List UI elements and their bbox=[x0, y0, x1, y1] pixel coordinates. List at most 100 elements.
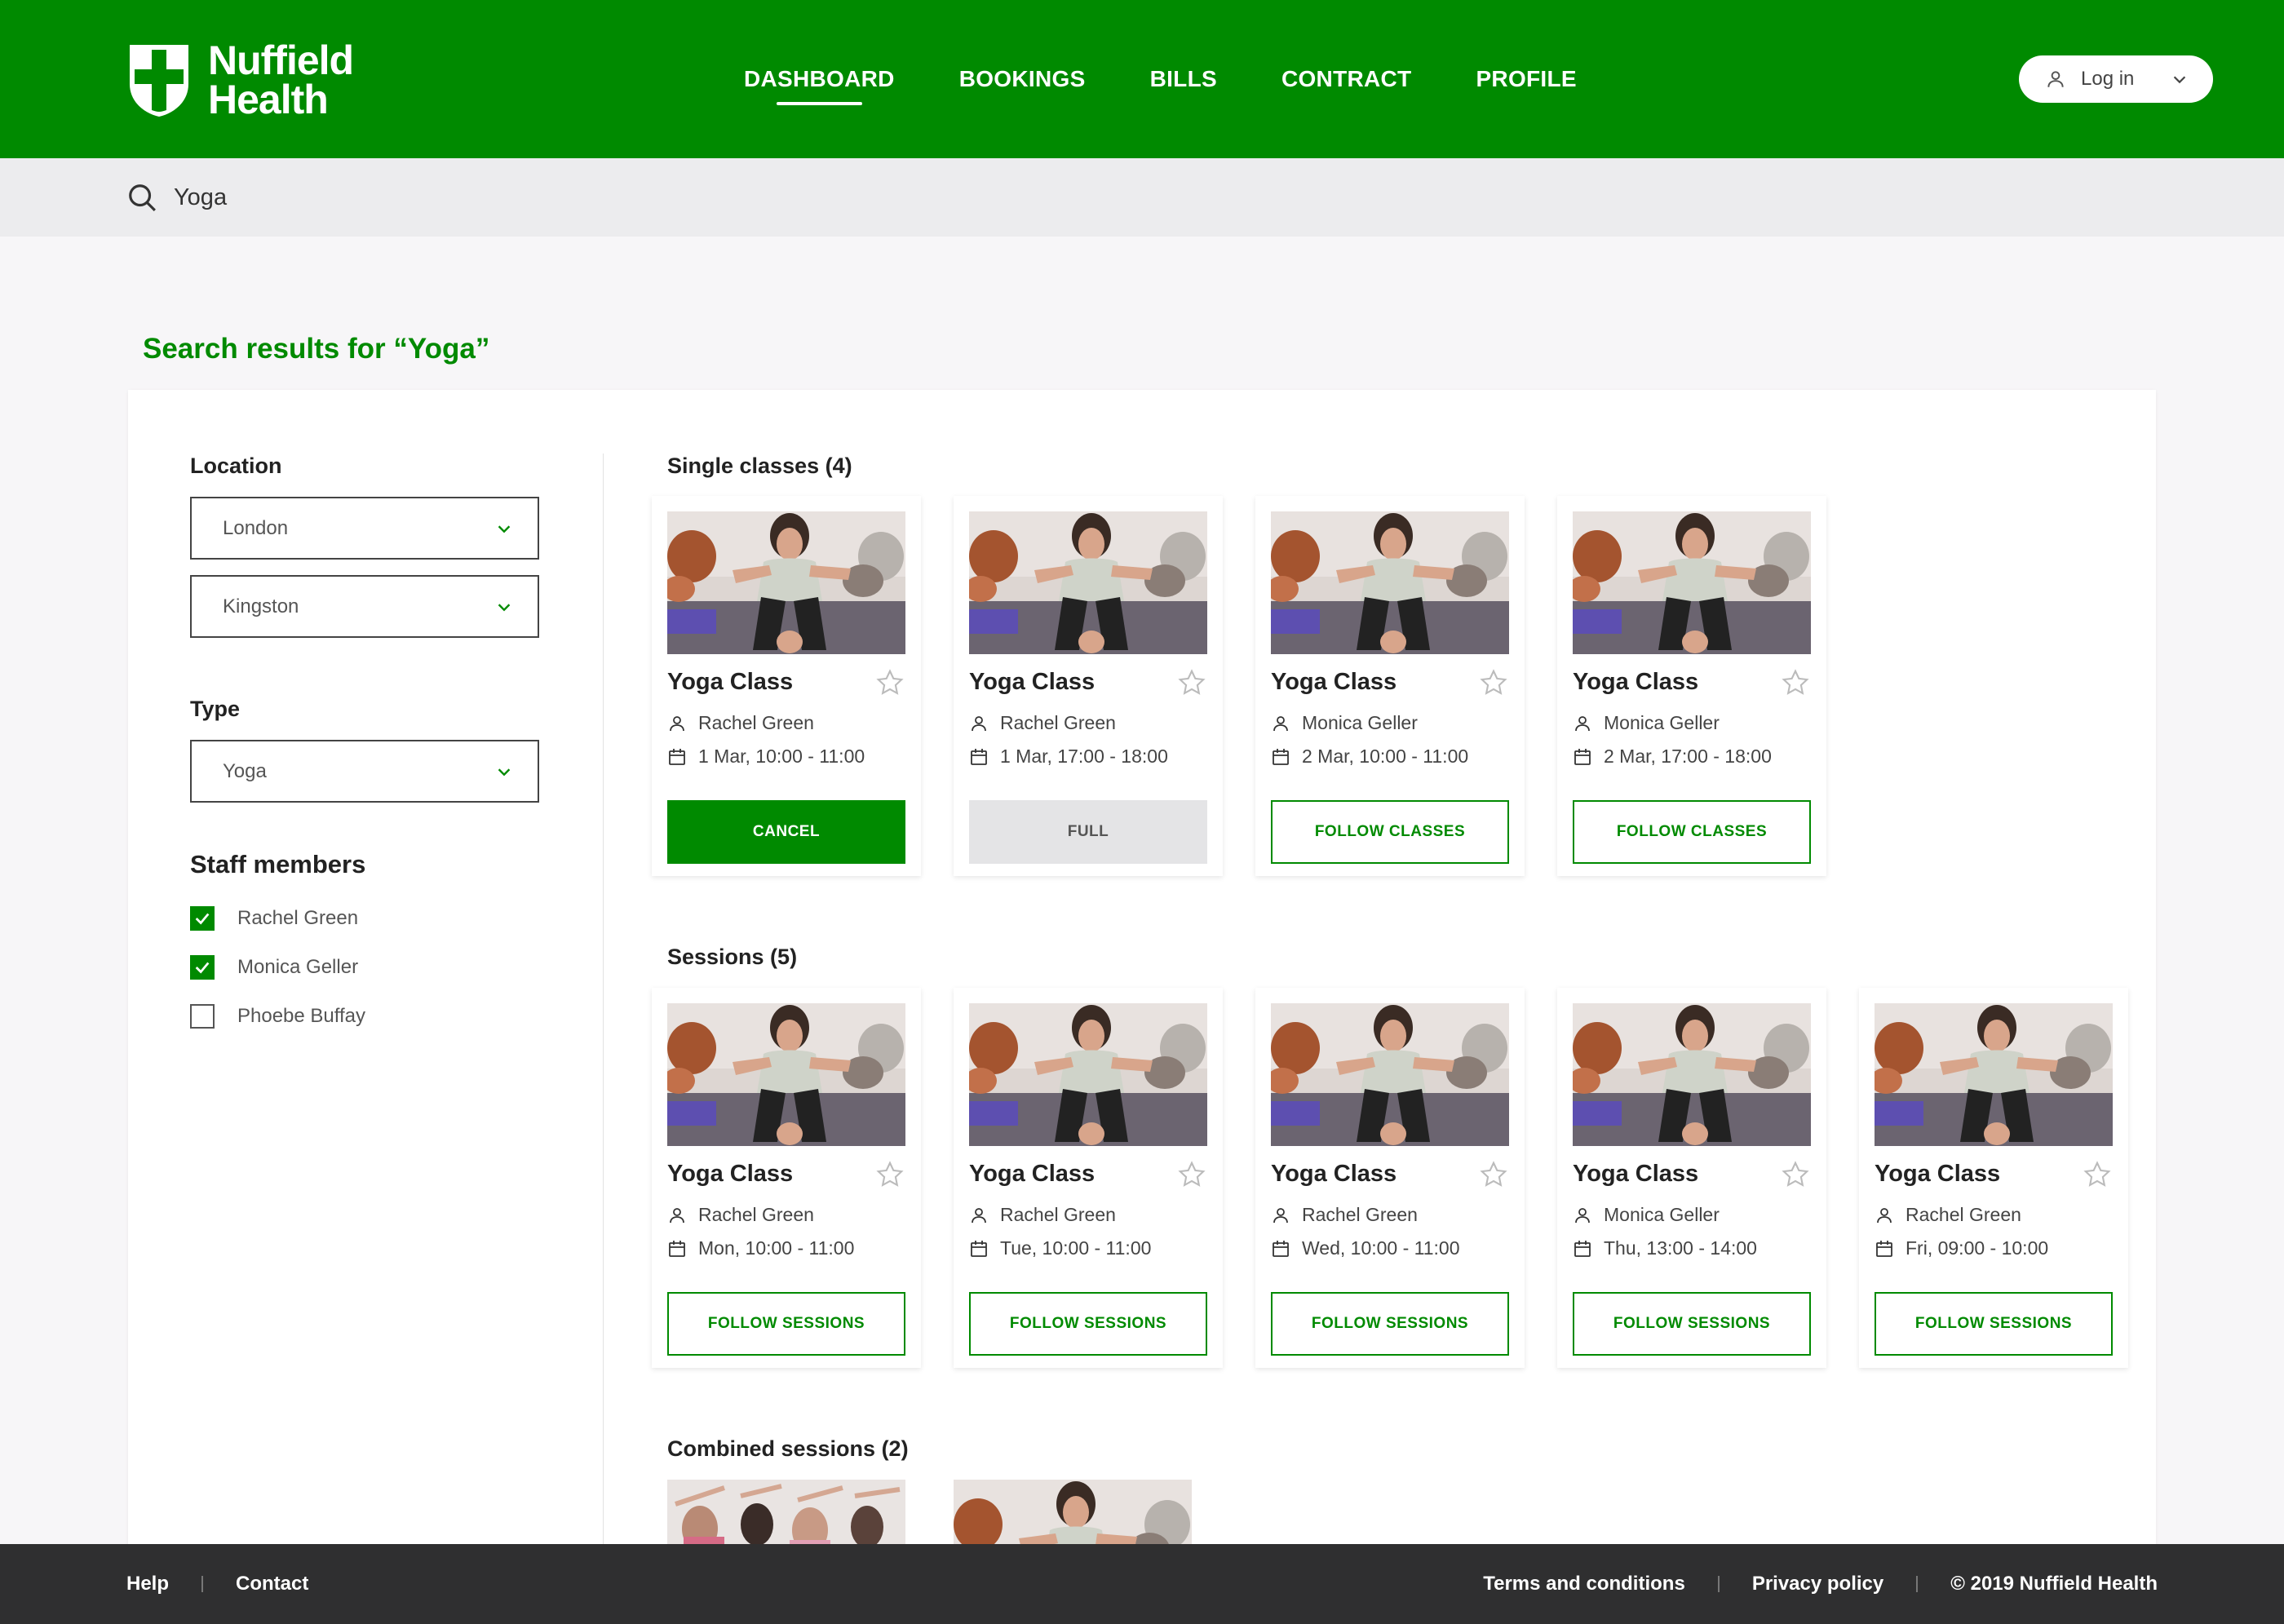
class-action-button[interactable]: FOLLOW CLASSES bbox=[1271, 800, 1509, 864]
nav-dashboard[interactable]: DASHBOARD bbox=[744, 66, 895, 105]
class-card[interactable]: Yoga Class Rachel Green Mon, 10:00 - 11:00… bbox=[652, 988, 921, 1368]
calendar-icon bbox=[1574, 1240, 1591, 1257]
class-title: Yoga Class bbox=[1875, 1161, 2001, 1187]
class-action-button[interactable]: FOLLOW SESSIONS bbox=[1573, 1292, 1811, 1356]
class-title: Yoga Class bbox=[667, 669, 794, 695]
star-icon[interactable] bbox=[875, 668, 905, 697]
staff-checkbox-rachel-green[interactable]: Rachel Green bbox=[190, 894, 541, 943]
class-datetime: Mon, 10:00 - 11:00 bbox=[667, 1237, 854, 1259]
nav-contract[interactable]: CONTRACT bbox=[1281, 66, 1412, 92]
class-card[interactable]: Yoga Class Rachel Green 1 Mar, 17:00 - 18:… bbox=[954, 496, 1223, 876]
instructor-name: Rachel Green bbox=[698, 1204, 814, 1225]
class-photo[interactable] bbox=[1875, 1003, 2113, 1146]
search-icon[interactable] bbox=[126, 182, 157, 213]
footer-terms-link[interactable]: Terms and conditions bbox=[1483, 1573, 1685, 1595]
nav-bills[interactable]: BILLS bbox=[1150, 66, 1217, 92]
type-select[interactable]: Yoga bbox=[190, 740, 539, 803]
cross-shield-icon bbox=[130, 45, 188, 117]
class-card[interactable]: Yoga Class Monica Geller 2 Mar, 17:00 - 18… bbox=[1557, 496, 1826, 876]
combined-session-image[interactable] bbox=[667, 1480, 905, 1544]
footer-help-link[interactable]: Help bbox=[126, 1573, 169, 1595]
class-time: 1 Mar, 17:00 - 18:00 bbox=[1000, 746, 1168, 767]
class-photo[interactable] bbox=[1271, 511, 1509, 654]
location-select-club[interactable]: Kingston bbox=[190, 575, 539, 638]
class-card[interactable]: Yoga Class Rachel Green Tue, 10:00 - 11:00… bbox=[954, 988, 1223, 1368]
class-action-button[interactable]: FOLLOW SESSIONS bbox=[667, 1292, 905, 1356]
user-icon bbox=[2047, 71, 2064, 87]
footer-contact-link[interactable]: Contact bbox=[236, 1573, 308, 1595]
class-instructor: Rachel Green bbox=[1875, 1204, 2021, 1226]
class-time: 2 Mar, 10:00 - 11:00 bbox=[1302, 746, 1469, 767]
star-icon[interactable] bbox=[1479, 1160, 1508, 1189]
class-datetime: 2 Mar, 10:00 - 11:00 bbox=[1271, 746, 1468, 768]
location-city-value: London bbox=[223, 516, 289, 539]
user-icon bbox=[670, 715, 684, 731]
class-action-button[interactable]: FOLLOW SESSIONS bbox=[1875, 1292, 2113, 1356]
login-dropdown[interactable]: Log in bbox=[2019, 55, 2213, 103]
class-time: 1 Mar, 10:00 - 11:00 bbox=[698, 746, 865, 767]
class-photo[interactable] bbox=[1573, 511, 1811, 654]
class-card[interactable]: Yoga Class Monica Geller 2 Mar, 10:00 - 11… bbox=[1255, 496, 1525, 876]
star-icon[interactable] bbox=[1177, 668, 1206, 697]
location-select-city[interactable]: London bbox=[190, 497, 539, 560]
single-classes-title: Single classes (4) bbox=[667, 454, 852, 478]
checkbox-checked[interactable] bbox=[190, 955, 215, 980]
star-icon[interactable] bbox=[1781, 668, 1810, 697]
class-action-button[interactable]: FOLLOW CLASSES bbox=[1573, 800, 1811, 864]
calendar-icon bbox=[669, 1240, 685, 1257]
chevron-down-icon bbox=[498, 524, 511, 533]
instructor-name: Monica Geller bbox=[1302, 712, 1418, 733]
yoga-class-photo bbox=[667, 511, 905, 654]
class-action-button[interactable]: FOLLOW SESSIONS bbox=[969, 1292, 1207, 1356]
nuffield-logo[interactable]: Nuffield Health bbox=[126, 38, 354, 120]
checkbox-unchecked[interactable] bbox=[190, 1004, 215, 1029]
star-icon[interactable] bbox=[2083, 1160, 2112, 1189]
class-card[interactable]: Yoga Class Rachel Green 1 Mar, 10:00 - 11:… bbox=[652, 496, 921, 876]
class-datetime: 2 Mar, 17:00 - 18:00 bbox=[1573, 746, 1772, 768]
instructor-name: Monica Geller bbox=[1604, 712, 1720, 733]
class-action-button[interactable]: FOLLOW SESSIONS bbox=[1271, 1292, 1509, 1356]
class-action-button[interactable]: CANCEL bbox=[667, 800, 905, 864]
staff-checkbox-monica-geller[interactable]: Monica Geller bbox=[190, 943, 541, 992]
staff-members-title: Staff members bbox=[190, 850, 366, 878]
class-card[interactable]: Yoga Class Rachel Green Fri, 09:00 - 10:00… bbox=[1859, 988, 2128, 1368]
class-photo[interactable] bbox=[1271, 1003, 1509, 1146]
yoga-class-photo bbox=[969, 1003, 1207, 1146]
star-icon[interactable] bbox=[1177, 1160, 1206, 1189]
class-card[interactable]: Yoga Class Rachel Green Wed, 10:00 - 11:00… bbox=[1255, 988, 1525, 1368]
class-card[interactable]: Yoga Class Monica Geller Thu, 13:00 - 14:0… bbox=[1557, 988, 1826, 1368]
staff-checkbox-phoebe-buffay[interactable]: Phoebe Buffay bbox=[190, 992, 541, 1041]
logo-line-1: Nuffield bbox=[208, 38, 354, 83]
class-photo[interactable] bbox=[667, 511, 905, 654]
class-photo[interactable] bbox=[667, 1003, 905, 1146]
star-icon[interactable] bbox=[875, 1160, 905, 1189]
yoga-class-photo bbox=[1573, 1003, 1811, 1146]
combined-session-image[interactable] bbox=[954, 1480, 1192, 1544]
checkbox-checked[interactable] bbox=[190, 906, 215, 931]
class-time: Fri, 09:00 - 10:00 bbox=[1906, 1237, 2049, 1259]
class-time: Mon, 10:00 - 11:00 bbox=[698, 1237, 855, 1259]
location-label: Location bbox=[190, 454, 282, 478]
instructor-name: Rachel Green bbox=[1000, 1204, 1116, 1225]
footer-privacy-link[interactable]: Privacy policy bbox=[1752, 1573, 1883, 1595]
class-photo[interactable] bbox=[1573, 1003, 1811, 1146]
chevron-down-icon bbox=[2173, 76, 2186, 84]
search-input[interactable] bbox=[174, 184, 826, 211]
group-yoga-photo bbox=[667, 1480, 905, 1544]
class-action-button[interactable]: FULL bbox=[969, 800, 1207, 864]
star-icon[interactable] bbox=[1479, 668, 1508, 697]
check-icon bbox=[195, 913, 210, 925]
class-photo[interactable] bbox=[969, 1003, 1207, 1146]
logo-wordmark: Nuffield Health bbox=[208, 38, 354, 120]
combined-sessions-list bbox=[667, 1480, 1192, 1544]
calendar-icon bbox=[669, 748, 685, 765]
results-title: Search results for “Yoga” bbox=[143, 333, 490, 365]
star-icon[interactable] bbox=[1781, 1160, 1810, 1189]
nav-bookings[interactable]: BOOKINGS bbox=[959, 66, 1086, 92]
class-photo[interactable] bbox=[969, 511, 1207, 654]
class-instructor: Rachel Green bbox=[969, 1204, 1116, 1226]
nav-profile[interactable]: PROFILE bbox=[1476, 66, 1576, 92]
yoga-class-photo bbox=[1875, 1003, 2113, 1146]
class-instructor: Monica Geller bbox=[1573, 1204, 1720, 1226]
user-icon bbox=[972, 1207, 986, 1223]
